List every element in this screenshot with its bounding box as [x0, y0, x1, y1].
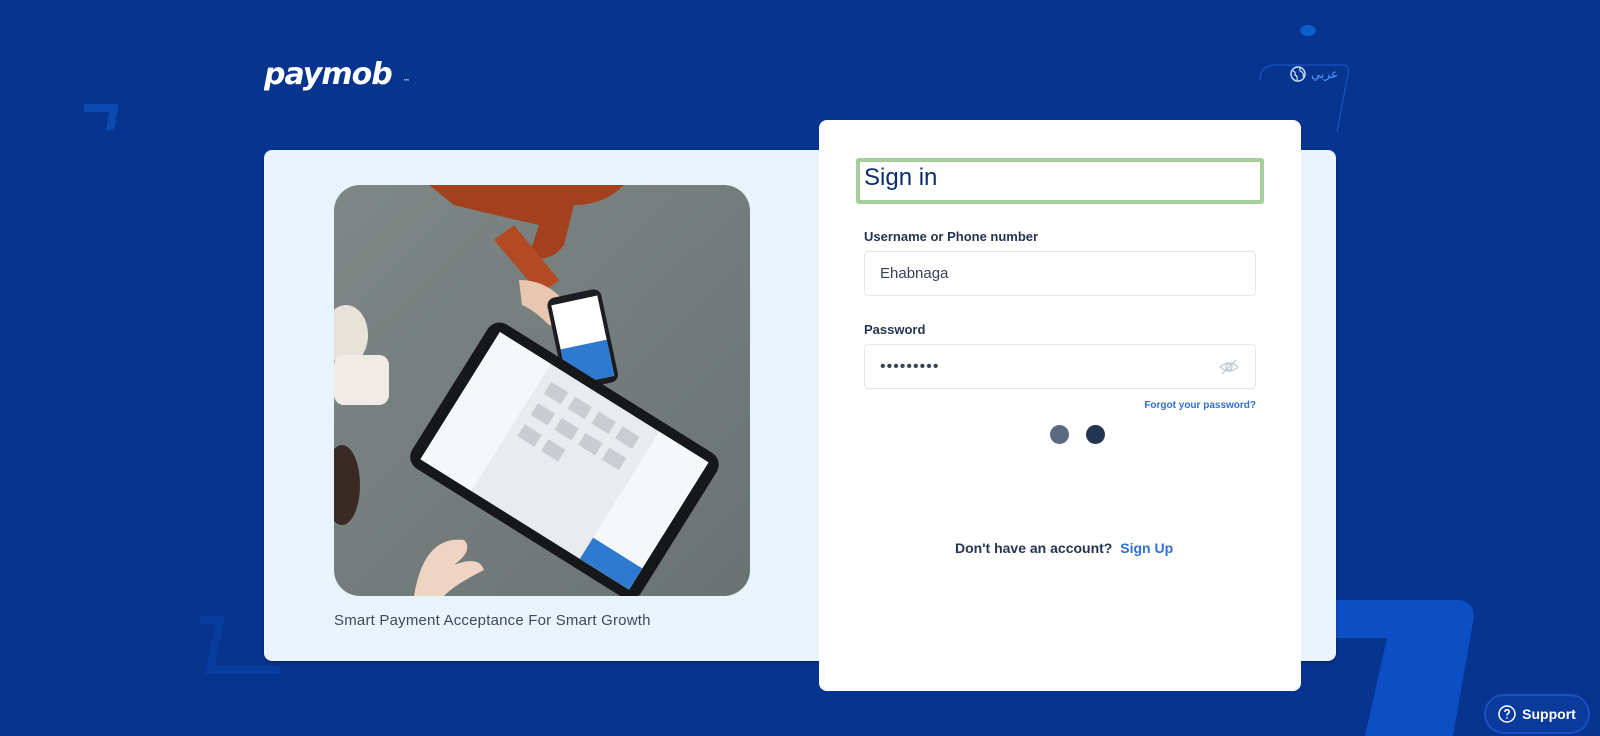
username-input[interactable] [880, 265, 1240, 282]
username-label: Username or Phone number [864, 229, 1039, 244]
password-input[interactable] [880, 357, 1240, 376]
signup-prompt: Don't have an account? [955, 540, 1113, 556]
loading-dot [1086, 425, 1105, 444]
support-button[interactable]: Support [1486, 696, 1588, 732]
username-field-wrapper [864, 251, 1256, 296]
signup-link[interactable]: Sign Up [1120, 540, 1173, 556]
tagline: Smart Payment Acceptance For Smart Growt… [334, 612, 651, 629]
language-label: عربي [1311, 67, 1339, 81]
signup-row: Don't have an account? Sign Up [955, 540, 1173, 556]
support-label: Support [1522, 706, 1576, 722]
forgot-password-link[interactable]: Forgot your password? [1144, 400, 1256, 411]
background-dot [1300, 25, 1316, 36]
background-shape [84, 104, 119, 130]
page-title: Sign in [864, 164, 938, 191]
eye-slash-icon[interactable] [1219, 358, 1239, 376]
paymob-logo[interactable]: paymob ™ [264, 58, 414, 94]
help-icon [1498, 705, 1516, 723]
svg-text:paymob: paymob [264, 58, 392, 92]
password-field-wrapper [864, 344, 1256, 389]
globe-icon [1290, 66, 1306, 82]
language-toggle[interactable]: عربي [1290, 66, 1338, 82]
svg-text:™: ™ [403, 78, 410, 86]
hero-image [334, 185, 750, 596]
password-label: Password [864, 322, 926, 337]
loading-dot [1050, 425, 1069, 444]
